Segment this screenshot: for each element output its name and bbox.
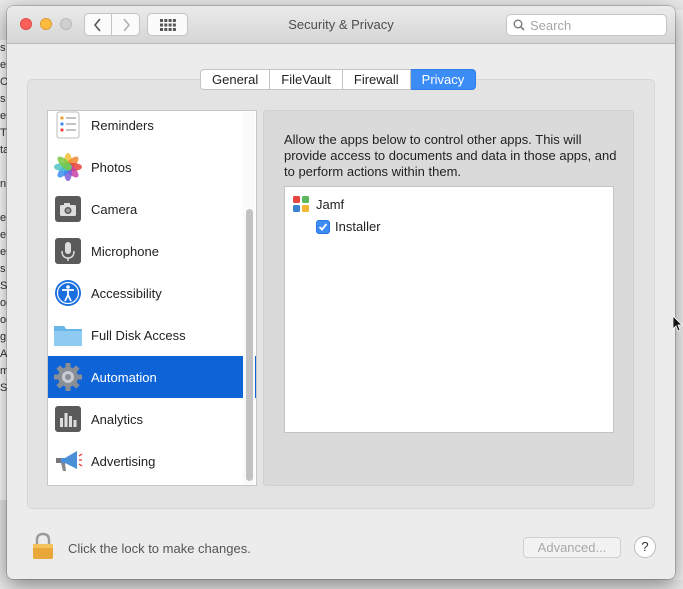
sidebar-item-camera[interactable]: Camera (48, 188, 256, 230)
sidebar-item-reminders[interactable]: Reminders (48, 111, 256, 146)
app-name: Jamf (316, 196, 345, 212)
installer-checkbox[interactable] (316, 219, 330, 234)
advanced-button[interactable]: Advanced... (523, 537, 621, 558)
tab-filevault[interactable]: FileVault (270, 69, 343, 90)
sidebar-item-label: Camera (91, 201, 138, 217)
sidebar-item-photos[interactable]: Photos (48, 146, 256, 188)
search-placeholder: Search (530, 17, 572, 33)
sidebar-item-analytics[interactable]: Analytics (48, 398, 256, 440)
sidebar-item-label: Microphone (91, 243, 159, 259)
title-bar: Security & Privacy Search (7, 6, 675, 44)
sidebar-item-label: Automation (91, 369, 157, 385)
lock-message: Click the lock to make changes. (68, 541, 251, 556)
megaphone-icon (53, 446, 83, 476)
sidebar-item-label: Full Disk Access (91, 327, 186, 343)
sidebar-item-label: Analytics (91, 411, 144, 427)
tab-firewall[interactable]: Firewall (342, 69, 411, 90)
security-privacy-window: Security & Privacy Search General FileVa… (7, 6, 675, 579)
sidebar-item-label: Reminders (91, 117, 154, 133)
sidebar-item-full-disk-access[interactable]: Full Disk Access (48, 314, 256, 356)
sidebar-item-advertising[interactable]: Advertising (48, 440, 256, 482)
app-list: Jamf Installer (284, 186, 614, 433)
camera-icon (53, 194, 83, 224)
reminders-icon (53, 111, 83, 140)
microphone-icon (53, 236, 83, 266)
search-field[interactable]: Search (506, 14, 667, 36)
sidebar-item-accessibility[interactable]: Accessibility (48, 272, 256, 314)
mouse-cursor-icon (673, 316, 683, 332)
checkmark-icon (318, 222, 328, 231)
sub-app-name: Installer (335, 219, 381, 234)
automation-description: Allow the apps below to control other ap… (284, 132, 617, 179)
photos-icon (53, 152, 83, 182)
search-icon (513, 19, 525, 31)
detail-pane: Allow the apps below to control other ap… (263, 110, 634, 486)
app-row-jamf[interactable]: Jamf (291, 194, 344, 214)
accessibility-icon (53, 278, 83, 308)
sidebar-item-label: Accessibility (91, 285, 162, 301)
jamf-icon (293, 196, 309, 212)
privacy-panel: Reminders Photos Camera Microphone Acces… (27, 79, 655, 509)
tab-privacy[interactable]: Privacy (410, 69, 477, 90)
gear-icon (53, 362, 83, 392)
lock-button[interactable] (32, 532, 54, 565)
privacy-category-list: Reminders Photos Camera Microphone Acces… (47, 110, 257, 486)
sidebar-item-label: Advertising (91, 453, 156, 469)
help-button[interactable]: ? (634, 536, 656, 558)
tab-general[interactable]: General (200, 69, 271, 90)
list-scrollbar-thumb[interactable] (246, 209, 253, 481)
app-row-installer: Installer (316, 219, 381, 234)
analytics-icon (53, 404, 83, 434)
tab-bar: General FileVault Firewall Privacy (200, 69, 477, 90)
sidebar-item-label: Photos (91, 159, 132, 175)
folder-icon (53, 320, 83, 350)
lock-icon (33, 532, 53, 559)
sidebar-item-automation[interactable]: Automation (48, 356, 256, 398)
sidebar-item-microphone[interactable]: Microphone (48, 230, 256, 272)
